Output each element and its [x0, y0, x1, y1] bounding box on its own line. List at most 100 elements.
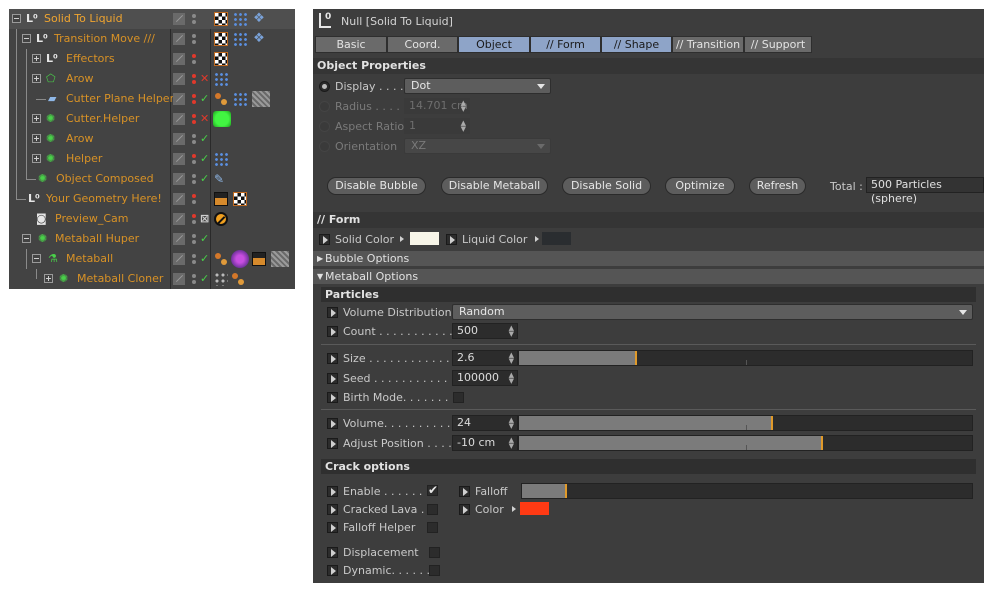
texture-tag-icon[interactable] [214, 52, 228, 66]
editor-visibility-dot[interactable] [192, 194, 196, 198]
aspect-ratio-radio[interactable] [319, 121, 330, 132]
om-row-your-geometry-here[interactable]: L⁰ Your Geometry Here! [9, 189, 295, 209]
tab-basic[interactable]: Basic [315, 36, 387, 53]
size-field[interactable]: 2.6 ▲ ▼ [452, 350, 518, 366]
crack-color-swatch[interactable] [520, 502, 549, 515]
clapper-tag-icon[interactable] [252, 252, 266, 266]
layer-icon[interactable] [173, 113, 185, 125]
tab-transition[interactable]: // Transition [672, 36, 744, 53]
tab-object[interactable]: Object [458, 36, 530, 53]
cracked-lava-checkbox[interactable] [427, 504, 438, 515]
radius-field[interactable]: 14.701 cm ▲ ▼ [404, 98, 470, 114]
volume-keyframe-icon[interactable] [327, 418, 338, 429]
editor-visibility-dot[interactable] [192, 274, 196, 278]
stepper-icon[interactable]: ▲ ▼ [461, 100, 466, 113]
om-row-metaball-huper[interactable]: ✺ Metaball Huper ✓ [9, 229, 295, 249]
enabled-check-icon[interactable]: ✓ [200, 252, 209, 265]
falloff-slider[interactable] [521, 483, 973, 499]
editor-visibility-dot[interactable] [192, 34, 196, 38]
adjust-position-field[interactable]: -10 cm ▲ ▼ [452, 435, 518, 451]
xpresso-tag-icon[interactable] [214, 72, 228, 86]
volume-field[interactable]: 24 ▲ ▼ [452, 415, 518, 431]
layer-icon[interactable] [173, 13, 185, 25]
deformer-toggle-icon[interactable]: ⊠ [200, 212, 209, 225]
enabled-check-icon[interactable]: ✓ [200, 172, 209, 185]
seed-field[interactable]: 100000 ▲ ▼ [452, 370, 518, 386]
om-row-cutter-helper[interactable]: ✺ Cutter.Helper ✕ [9, 109, 295, 129]
count-field[interactable]: 500 ▲ ▼ [452, 323, 518, 339]
optimize-button[interactable]: Optimize [665, 177, 735, 195]
stepper-icon[interactable]: ▲ ▼ [509, 417, 514, 430]
liquid-color-swatch[interactable] [542, 232, 571, 245]
enable-checkbox[interactable]: ✔ [427, 484, 438, 496]
render-visibility-dot[interactable] [192, 240, 196, 244]
adjust-position-slider[interactable] [518, 435, 973, 451]
expand-icon[interactable] [32, 134, 41, 143]
render-visibility-dot[interactable] [192, 160, 196, 164]
layer-icon[interactable] [173, 93, 185, 105]
texture-tag-icon[interactable] [214, 12, 228, 26]
displacement-checkbox[interactable] [429, 547, 440, 558]
disable-bubble-button[interactable]: Disable Bubble [327, 177, 426, 195]
render-visibility-dot[interactable] [192, 200, 196, 204]
render-visibility-dot[interactable] [192, 260, 196, 264]
displacement-keyframe-icon[interactable] [327, 547, 338, 558]
count-keyframe-icon[interactable] [327, 326, 338, 337]
enabled-check-icon[interactable]: ✓ [200, 152, 209, 165]
om-row-metaball[interactable]: ⚗ Metaball ✓ [9, 249, 295, 269]
expand-icon[interactable] [44, 274, 53, 283]
enabled-check-icon[interactable]: ✓ [200, 272, 209, 285]
disable-solid-button[interactable]: Disable Solid [562, 177, 651, 195]
render-visibility-dot[interactable] [192, 80, 196, 84]
sketch-tag-icon[interactable]: ✎ [214, 172, 228, 186]
om-row-solid-to-liquid[interactable]: L⁰ Solid To Liquid ❖ [9, 9, 295, 29]
layer-icon[interactable] [173, 193, 185, 205]
render-visibility-dot[interactable] [192, 220, 196, 224]
layer-icon[interactable] [173, 273, 185, 285]
color-keyframe-icon[interactable] [459, 504, 470, 515]
cracked-lava-keyframe-icon[interactable] [327, 504, 338, 515]
editor-visibility-dot[interactable] [192, 114, 196, 118]
om-row-transition-move[interactable]: L⁰ Transition Move /// ❖ [9, 29, 295, 49]
stepper-icon[interactable]: ▲ ▼ [461, 120, 466, 133]
collapse-icon[interactable] [22, 34, 31, 43]
xpresso-tag-icon[interactable] [233, 12, 247, 26]
solid-color-keyframe-icon[interactable] [319, 234, 330, 245]
dynamic-checkbox[interactable] [429, 565, 440, 576]
enabled-check-icon[interactable]: ✓ [200, 92, 209, 105]
render-visibility-dot[interactable] [192, 40, 196, 44]
volume-distribution-dropdown[interactable]: Random [452, 304, 973, 320]
python-tag-icon[interactable]: ❖ [252, 32, 266, 46]
orientation-radio[interactable] [319, 141, 330, 152]
expand-arrow-icon[interactable] [400, 236, 404, 242]
refresh-button[interactable]: Refresh [749, 177, 806, 195]
layer-icon[interactable] [173, 33, 185, 45]
stepper-icon[interactable]: ▲ ▼ [509, 437, 514, 450]
disable-metaball-button[interactable]: Disable Metaball [441, 177, 548, 195]
enabled-check-icon[interactable]: ✓ [200, 232, 209, 245]
seed-keyframe-icon[interactable] [327, 373, 338, 384]
metaball-options-group[interactable]: ▼ Metaball Options [313, 269, 984, 284]
volume-slider[interactable] [518, 415, 973, 431]
dynamic-keyframe-icon[interactable] [327, 565, 338, 576]
solid-color-swatch[interactable] [410, 232, 439, 245]
expand-icon[interactable] [32, 154, 41, 163]
volume-distribution-keyframe-icon[interactable] [327, 307, 338, 318]
display-tag-icon[interactable] [231, 272, 245, 286]
aspect-ratio-field[interactable]: 1 ▲ ▼ [404, 118, 470, 134]
om-row-preview-cam[interactable]: ◙ Preview_Cam ⊠ [9, 209, 295, 229]
editor-visibility-dot[interactable] [192, 134, 196, 138]
disabled-cross-icon[interactable]: ✕ [200, 112, 209, 125]
expand-icon[interactable] [32, 74, 41, 83]
texture-tag-icon[interactable] [214, 32, 228, 46]
size-keyframe-icon[interactable] [327, 353, 338, 364]
tab-support[interactable]: // Support [744, 36, 812, 53]
layer-icon[interactable] [173, 53, 185, 65]
tab-coord[interactable]: Coord. [387, 36, 458, 53]
om-row-helper[interactable]: ✺ Helper ✓ [9, 149, 295, 169]
layer-icon[interactable] [173, 233, 185, 245]
collapse-icon[interactable] [32, 254, 41, 263]
editor-visibility-dot[interactable] [192, 154, 196, 158]
xpresso-tag-icon[interactable] [214, 152, 228, 166]
expand-icon[interactable] [32, 114, 41, 123]
